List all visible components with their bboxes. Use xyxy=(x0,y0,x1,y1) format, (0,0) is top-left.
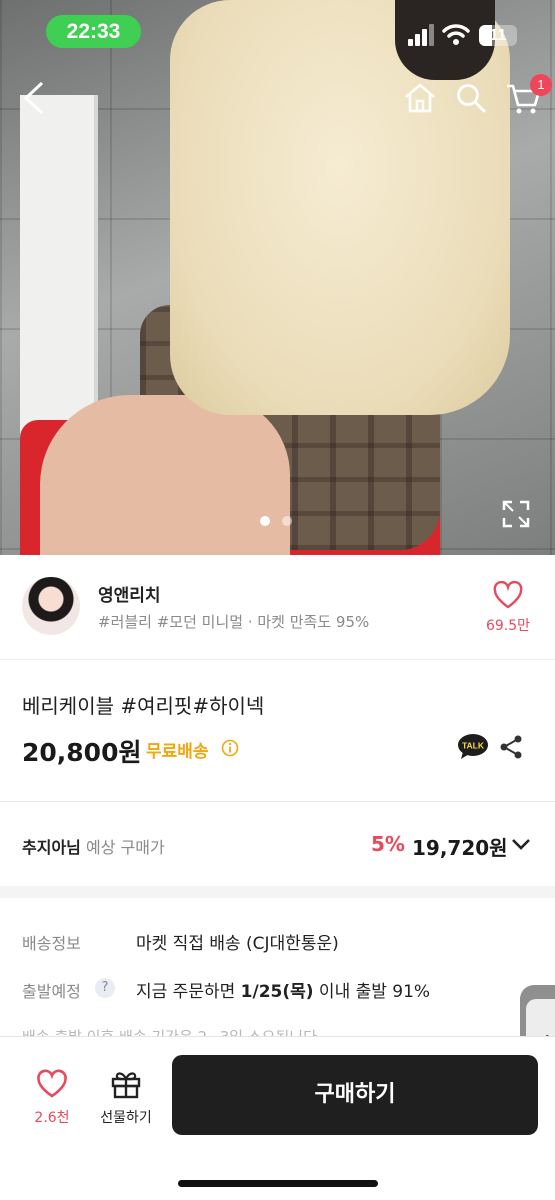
departure-value: 지금 주문하면 1/25(목) 이내 출발 91% xyxy=(136,977,430,1002)
seller-name[interactable]: 영앤리치 xyxy=(98,581,161,606)
wifi-icon xyxy=(442,24,470,45)
seller-section[interactable]: 영앤리치 #러블리 #모던 미니멀 · 마켓 만족도 95% 69.5만 xyxy=(0,555,555,660)
heart-icon xyxy=(37,1069,67,1098)
bottom-action-bar: 2.6천 선물하기 구매하기 xyxy=(0,1037,555,1200)
search-icon[interactable] xyxy=(455,82,487,114)
help-question-icon[interactable]: ? xyxy=(95,978,115,998)
cellular-signal-icon xyxy=(408,24,434,46)
section-separator xyxy=(0,886,555,898)
like-button[interactable]: 2.6천 xyxy=(24,1067,80,1137)
talk-bubble-icon: TALK xyxy=(458,734,488,759)
chevron-down-icon[interactable] xyxy=(510,836,532,852)
member-price-caption: 예상 구매가 xyxy=(85,838,165,857)
kakao-talk-button[interactable]: TALK xyxy=(457,733,489,761)
status-time: 22:33 xyxy=(46,15,141,48)
product-title: 베리케이블 #여리핏#하이넥 xyxy=(22,694,265,718)
carousel-dot xyxy=(282,516,292,526)
battery-icon: 11 xyxy=(479,25,517,46)
back-arrow-icon[interactable] xyxy=(20,80,50,116)
model-legs xyxy=(40,395,290,555)
free-shipping-badge: 무료배송 xyxy=(146,742,209,762)
battery-percent: 11 xyxy=(489,27,507,44)
heart-icon xyxy=(493,581,523,609)
expand-icon[interactable] xyxy=(502,500,530,528)
talk-label: TALK xyxy=(462,741,485,751)
seller-avatar[interactable] xyxy=(22,577,80,635)
member-price-label: 추지아님 예상 구매가 xyxy=(22,834,165,858)
member-name: 추지아님 xyxy=(22,838,81,857)
member-discount-rate: 5% xyxy=(371,832,405,856)
home-indicator[interactable] xyxy=(178,1180,378,1187)
seller-like-count: 69.5만 xyxy=(485,618,531,634)
seller-tags: #러블리 #모던 미니멀 · 마켓 만족도 95% xyxy=(98,613,370,631)
gift-icon xyxy=(111,1072,141,1099)
member-price-row[interactable]: 추지아님 예상 구매가 5% 19,720원 xyxy=(0,802,555,886)
seller-like-button[interactable]: 69.5만 xyxy=(486,579,530,639)
departure-prefix: 지금 주문하면 xyxy=(136,982,241,1002)
status-bar: 22:33 11 xyxy=(0,0,555,64)
buy-button[interactable]: 구매하기 xyxy=(172,1055,538,1135)
home-icon[interactable] xyxy=(403,82,437,114)
info-icon[interactable] xyxy=(221,739,239,757)
departure-date: 1/25(목) xyxy=(240,982,314,1002)
cart-count-badge: 1 xyxy=(530,74,552,96)
like-count: 2.6천 xyxy=(34,1110,70,1126)
carousel-indicator xyxy=(258,516,298,528)
shipping-info-label: 배송정보 xyxy=(22,934,81,953)
share-icon[interactable] xyxy=(498,734,524,760)
gift-label: 선물하기 xyxy=(100,1110,152,1126)
member-price-value: 19,720원 xyxy=(412,836,508,860)
shipping-info-value: 마켓 직접 배송 (CJ대한통운) xyxy=(136,934,339,954)
product-price: 20,800원 xyxy=(22,738,142,767)
gift-button[interactable]: 선물하기 xyxy=(94,1067,158,1137)
departure-label: 출발예정 xyxy=(22,982,81,1001)
carousel-dot-active xyxy=(260,516,270,526)
departure-suffix: 이내 출발 91% xyxy=(313,982,431,1002)
